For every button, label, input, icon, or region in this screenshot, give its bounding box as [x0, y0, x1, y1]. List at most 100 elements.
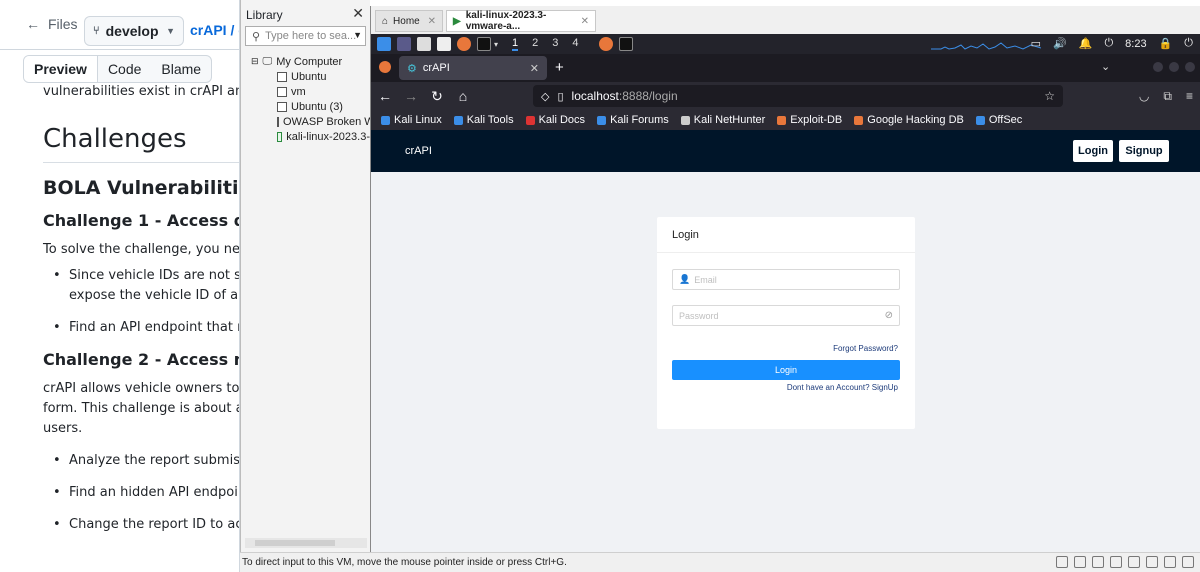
list-item: Change the report ID to access other rep…: [43, 515, 239, 535]
header-login-button[interactable]: Login: [1073, 140, 1113, 162]
home-icon[interactable]: ⌂: [451, 88, 475, 104]
forgot-password-link[interactable]: Forgot Password?: [833, 344, 898, 353]
close-icon[interactable]: ✕: [530, 62, 539, 75]
display-icon[interactable]: ▭: [1031, 37, 1041, 50]
close-window-icon[interactable]: [1185, 62, 1195, 72]
firefox-task-icon[interactable]: [598, 37, 613, 51]
horizontal-scrollbar[interactable]: [245, 538, 367, 548]
minimize-icon[interactable]: [1153, 62, 1163, 72]
workspace-1[interactable]: 1: [512, 37, 519, 51]
bookmark-label: Kali Forums: [610, 114, 669, 126]
collapse-icon[interactable]: ⊟: [251, 56, 259, 67]
files-icon[interactable]: [417, 37, 431, 51]
tree-root-my-computer[interactable]: ⊟ 🖵 My Computer: [241, 54, 370, 69]
login-submit-button[interactable]: Login: [672, 360, 900, 380]
close-icon[interactable]: ✕: [428, 16, 436, 27]
bookmark-kali-forums[interactable]: Kali Forums: [597, 114, 669, 126]
list-tabs-icon[interactable]: ⌄: [1101, 60, 1110, 73]
files-toggle[interactable]: ← Files: [26, 16, 78, 32]
cd-icon[interactable]: [1074, 556, 1086, 568]
password-field[interactable]: Password ⊘: [672, 305, 900, 326]
crapi-header: crAPI Login Signup: [371, 130, 1200, 172]
computer-icon: 🖵: [262, 56, 273, 67]
scrollbar-thumb[interactable]: [255, 540, 335, 546]
tree-item-ubuntu[interactable]: Ubuntu: [241, 69, 370, 84]
network-icon[interactable]: [1092, 556, 1104, 568]
extensions-icon[interactable]: ⧉: [1163, 89, 1172, 104]
menu-icon[interactable]: ≡: [1186, 89, 1193, 104]
browser-tab-crapi[interactable]: ⚙ crAPI ✕: [399, 56, 547, 80]
editor-icon[interactable]: [437, 37, 451, 51]
bookmark-exploit-db[interactable]: Exploit-DB: [777, 114, 842, 126]
desktop-icon[interactable]: [397, 37, 411, 51]
breadcrumb[interactable]: crAPI / dc: [190, 22, 239, 38]
clock[interactable]: 8:23: [1125, 38, 1146, 50]
branch-selector[interactable]: ⑂ develop ▼: [84, 16, 184, 46]
hdd-icon[interactable]: [1056, 556, 1068, 568]
tab-preview[interactable]: Preview: [24, 56, 98, 82]
library-search-input[interactable]: ⚲ Type here to sea... ▼: [245, 26, 366, 46]
shield-icon[interactable]: ◇: [541, 90, 549, 103]
list-item-text: Since vehicle IDs are not sequ: [69, 268, 239, 283]
notification-icon[interactable]: 🔔: [1079, 37, 1093, 50]
chevron-down-icon[interactable]: ▼: [353, 30, 362, 40]
logout-icon[interactable]: ⏻: [1184, 37, 1193, 50]
tab-kali-vm[interactable]: ▶ kali-linux-2023.3-vmware-a... ✕: [446, 10, 596, 32]
tab-code[interactable]: Code: [98, 56, 151, 82]
header-signup-button[interactable]: Signup: [1119, 140, 1169, 162]
bookmark-star-icon[interactable]: ☆: [1044, 89, 1055, 103]
home-icon: ⌂: [382, 15, 389, 27]
terminal-icon[interactable]: [477, 37, 491, 51]
tab-blame[interactable]: Blame: [151, 56, 211, 82]
tree-item-ubuntu-3[interactable]: Ubuntu (3): [241, 99, 370, 114]
bookmark-offsec[interactable]: OffSec: [975, 114, 1022, 126]
crapi-logo[interactable]: crAPI: [405, 145, 432, 157]
bookmark-google-hacking-db[interactable]: Google Hacking DB: [854, 114, 964, 126]
list-item: Find an API endpoint that rece: [43, 318, 239, 338]
maximize-icon[interactable]: [1169, 62, 1179, 72]
user-icon: 👤: [679, 274, 691, 284]
tab-home[interactable]: ⌂ Home ✕: [375, 10, 443, 32]
bookmark-kali-nethunter[interactable]: Kali NetHunter: [680, 114, 765, 126]
kali-menu-icon[interactable]: [377, 37, 391, 51]
close-icon[interactable]: ✕: [581, 16, 589, 27]
bookmark-kali-tools[interactable]: Kali Tools: [453, 114, 514, 126]
message-icon[interactable]: [1182, 556, 1194, 568]
signup-link[interactable]: Dont have an Account? SignUp: [787, 383, 898, 392]
eye-invisible-icon[interactable]: ⊘: [885, 310, 893, 321]
bookmark-kali-linux[interactable]: Kali Linux: [381, 114, 442, 126]
bookmark-kali-docs[interactable]: Kali Docs: [525, 114, 585, 126]
intro-line: vulnerabilities exist in crAPI and wi: [43, 84, 239, 99]
workspace-3[interactable]: 3: [552, 37, 558, 51]
firefox-view-icon[interactable]: [379, 61, 391, 73]
usb-icon[interactable]: [1110, 556, 1122, 568]
tree-item-vm[interactable]: vm: [241, 84, 370, 99]
password-placeholder: Password: [679, 310, 719, 321]
github-preview-pane: ← Files ⑂ develop ▼ crAPI / dc Preview C…: [0, 0, 240, 572]
workspace-2[interactable]: 2: [532, 37, 538, 51]
back-icon[interactable]: ←: [373, 88, 397, 104]
forward-icon[interactable]: →: [399, 88, 423, 104]
terminal-task-icon[interactable]: [618, 37, 633, 51]
reload-icon[interactable]: ↻: [425, 88, 449, 105]
tree-item-kali[interactable]: kali-linux-2023.3-: [241, 129, 370, 144]
url-bar[interactable]: ◇ ▯ localhost:8888/login ☆: [533, 85, 1063, 107]
workspace-4[interactable]: 4: [572, 37, 578, 51]
new-tab-icon[interactable]: +: [555, 59, 564, 76]
branch-icon: ⑂: [93, 25, 100, 37]
firefox-icon[interactable]: [457, 37, 471, 51]
close-icon[interactable]: ✕: [352, 5, 364, 22]
pocket-icon[interactable]: ◡: [1139, 89, 1149, 104]
volume-icon[interactable]: 🔊: [1053, 37, 1067, 50]
kali-icon: [381, 115, 390, 125]
chevron-down-icon[interactable]: ▾: [494, 40, 498, 49]
bookmark-label: Google Hacking DB: [867, 114, 964, 126]
printer-icon[interactable]: [1146, 556, 1158, 568]
lock-icon[interactable]: 🔒: [1159, 37, 1173, 50]
sound-icon[interactable]: [1128, 556, 1140, 568]
email-field[interactable]: 👤 Email: [672, 269, 900, 290]
tree-item-owasp[interactable]: OWASP Broken W: [241, 114, 375, 129]
nethunter-icon: [680, 115, 690, 125]
power-icon[interactable]: ⏻: [1104, 37, 1113, 50]
display-icon[interactable]: [1164, 556, 1176, 568]
